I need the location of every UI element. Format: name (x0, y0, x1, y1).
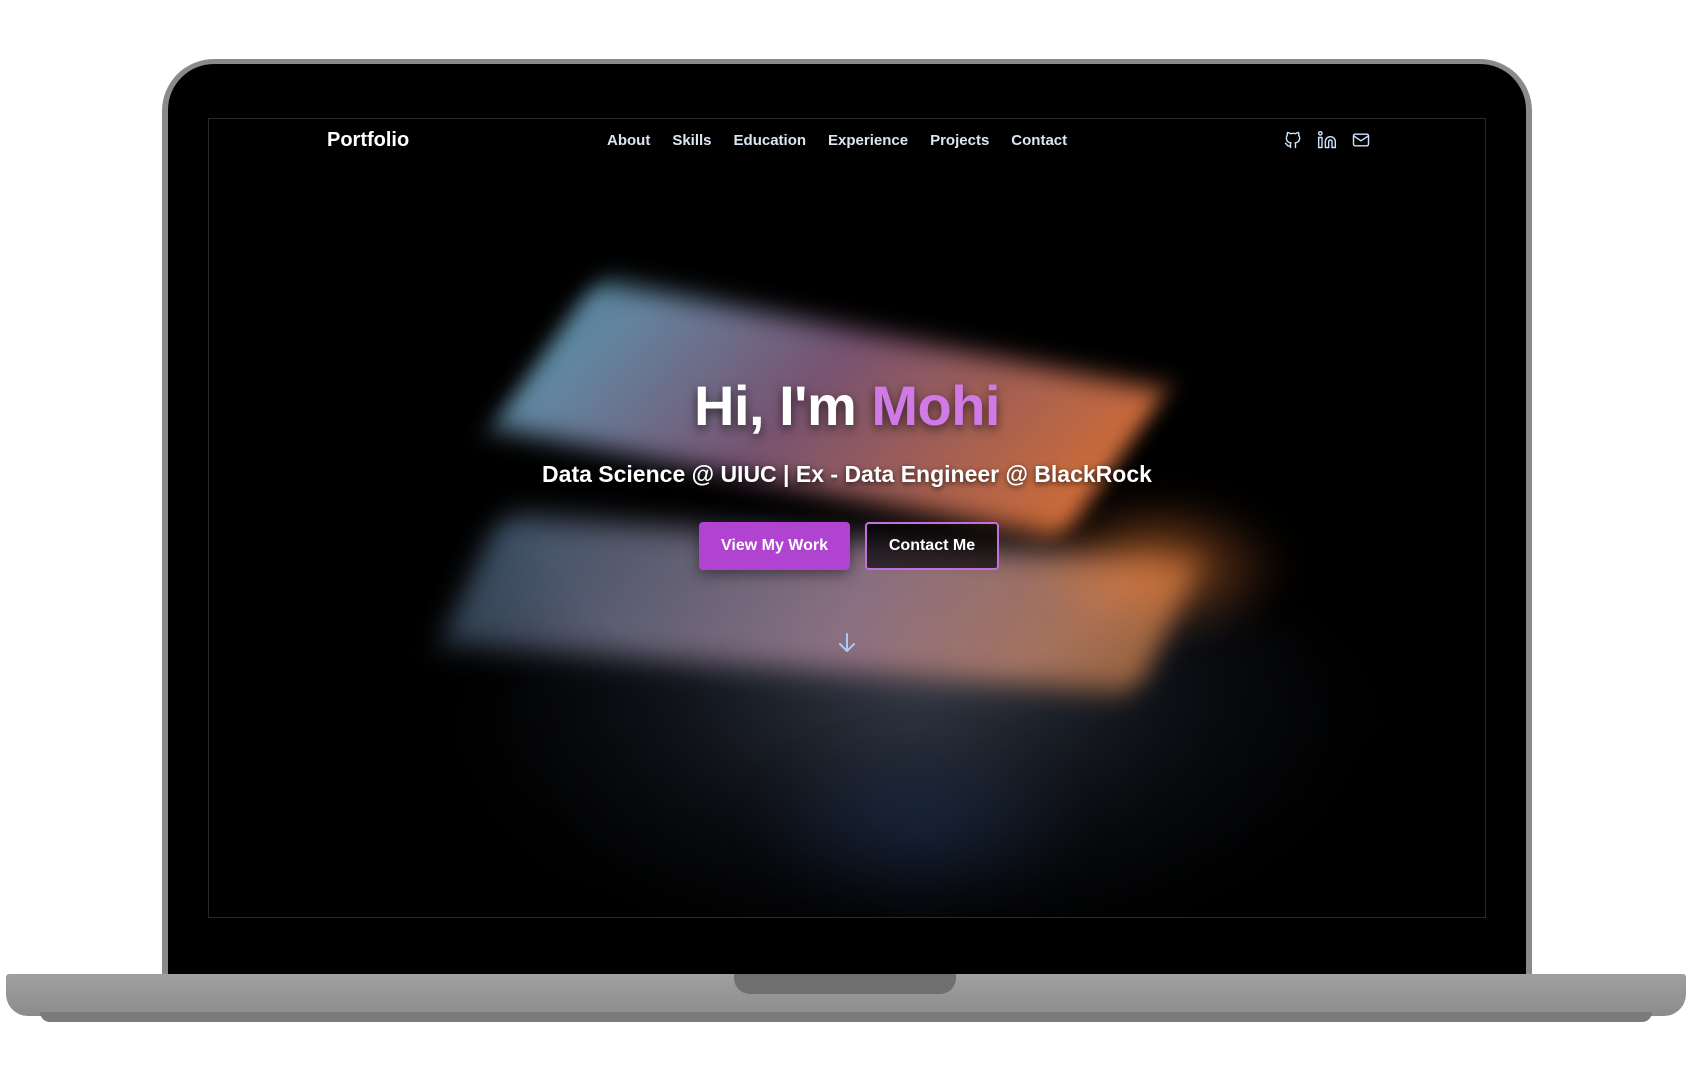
nav-item-contact[interactable]: Contact (1011, 132, 1067, 149)
nav-item-experience[interactable]: Experience (828, 132, 908, 149)
social-links (1283, 130, 1371, 150)
laptop-mockup: Portfolio About Skills Education Experie… (0, 0, 1688, 1080)
laptop-notch (734, 974, 956, 994)
backdrop-orange-glow (1029, 499, 1289, 639)
arrow-down-icon[interactable] (837, 632, 857, 654)
linkedin-icon[interactable] (1317, 130, 1337, 150)
brand-logo[interactable]: Portfolio (327, 129, 409, 152)
website-screen: Portfolio About Skills Education Experie… (208, 118, 1486, 918)
nav-menu: About Skills Education Experience Projec… (607, 132, 1067, 149)
nav-item-about[interactable]: About (607, 132, 650, 149)
backdrop-blue-glow (749, 739, 1089, 917)
hero-subtitle: Data Science @ UIUC | Ex - Data Engineer… (542, 461, 1152, 487)
hero-name: Mohi (871, 374, 1000, 437)
nav-item-education[interactable]: Education (734, 132, 807, 149)
top-navbar: Portfolio About Skills Education Experie… (209, 119, 1485, 163)
github-icon[interactable] (1283, 130, 1303, 150)
backdrop-vignette (209, 119, 1485, 917)
contact-me-button[interactable]: Contact Me (865, 522, 999, 570)
backdrop-floor-glow (469, 539, 1369, 917)
hero-greeting: Hi, I'm (694, 374, 857, 437)
nav-item-projects[interactable]: Projects (930, 132, 989, 149)
nav-item-skills[interactable]: Skills (672, 132, 711, 149)
view-my-work-button[interactable]: View My Work (699, 522, 850, 570)
mail-icon[interactable] (1351, 130, 1371, 150)
hero-title: Hi, I'm Mohi (209, 373, 1485, 438)
laptop-base-foot (40, 1012, 1652, 1022)
